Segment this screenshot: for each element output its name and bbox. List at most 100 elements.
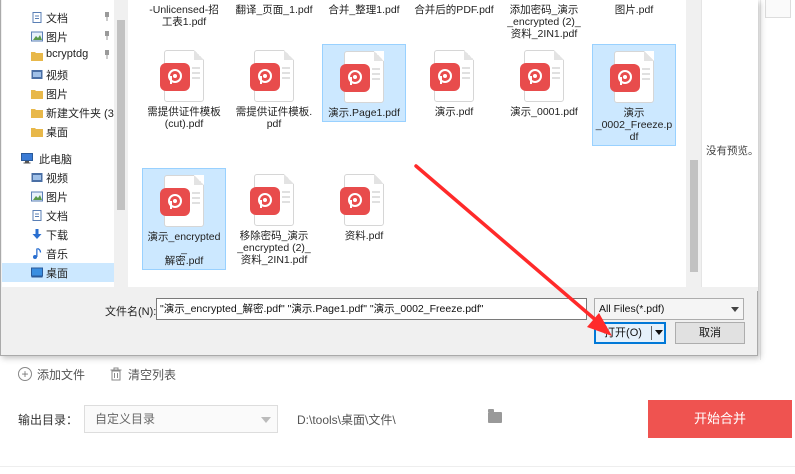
file-tile[interactable]: 演示.pdf [412, 44, 496, 120]
plus-circle-icon: + [18, 367, 32, 381]
nav-item-pc-video[interactable]: 视频 [2, 168, 114, 187]
file-view: -Unlicensed-招 工表1.pdf 翻译_页面_1.pdf 合并_整理1… [128, 0, 686, 287]
filename-label: 文件名(N): [105, 306, 157, 318]
file-tile[interactable]: 移除密码_演示 _encrypted (2)_ 资料_2IN1.pdf [232, 168, 316, 268]
output-dir-label: 输出目录： [18, 413, 79, 427]
split-divider [651, 326, 652, 340]
file-name-partial[interactable]: 合并后的PDF.pdf [412, 4, 496, 16]
file-name-partial[interactable]: 图片.pdf [592, 4, 676, 16]
folder-icon [31, 128, 43, 137]
pdf-file-icon [610, 51, 654, 103]
window-control-button[interactable] [765, 0, 791, 18]
pdf-file-icon [160, 175, 204, 227]
file-name: 移除密码_演示 _encrypted (2)_ 资料_2IN1.pdf [237, 230, 311, 266]
pdf-file-icon [250, 174, 294, 226]
file-tile-selected[interactable]: 演示 _0002_Freeze.p df [592, 44, 676, 146]
bottom-divider [0, 466, 795, 474]
navigation-pane: 文档 图片 bcryptdg 视频 图片 新建文件夹 (3) 桌面 此电脑 视频… [2, 0, 114, 287]
horizontal-scrollbar[interactable] [2, 287, 758, 291]
pictures-icon [31, 31, 43, 42]
folder-icon [31, 109, 43, 118]
output-dir-select[interactable]: 自定义目录 [84, 405, 278, 433]
nav-scrollbar[interactable] [115, 0, 127, 287]
file-tile[interactable]: 需提供证件模板 (cut).pdf [142, 44, 226, 132]
chevron-down-icon[interactable] [655, 330, 663, 335]
nav-item-documents[interactable]: 文档 [2, 8, 114, 27]
nav-item-pictures[interactable]: 图片 [2, 27, 114, 46]
trash-icon [110, 367, 122, 381]
output-dir-option: 自定义目录 [95, 412, 156, 426]
pdf-file-icon [520, 50, 564, 102]
file-name-partial[interactable]: -Unlicensed-招 工表1.pdf [142, 4, 226, 28]
no-preview-text: 没有预览。 [706, 145, 759, 157]
download-icon [32, 229, 42, 239]
file-open-dialog: 文档 图片 bcryptdg 视频 图片 新建文件夹 (3) 桌面 此电脑 视频… [0, 0, 759, 356]
file-name-partial[interactable]: 合并_整理1.pdf [322, 4, 406, 16]
pdf-file-icon [340, 51, 384, 103]
pin-icon [105, 31, 109, 40]
open-button[interactable]: 打开(O) [594, 322, 666, 344]
file-name: 资料.pdf [344, 230, 384, 242]
filename-input[interactable]: "演示_encrypted_解密.pdf" "演示.Page1.pdf" "演示… [156, 298, 587, 320]
nav-item-pc-documents[interactable]: 文档 [2, 206, 114, 225]
chevron-down-icon [731, 307, 739, 312]
nav-item-new-folder-3[interactable]: 新建文件夹 (3) [2, 103, 114, 122]
nav-scrollbar-thumb[interactable] [117, 20, 125, 210]
desktop-icon [31, 267, 43, 278]
pin-icon [105, 12, 109, 21]
nav-item-pc-desktop[interactable]: 桌面 [2, 263, 114, 282]
nav-item-pc-downloads[interactable]: 下载 [2, 225, 114, 244]
file-view-scrollbar[interactable] [687, 0, 701, 287]
pin-icon [105, 50, 109, 59]
nav-item-desktop-folder[interactable]: 桌面 [2, 122, 114, 141]
video-icon [31, 70, 43, 79]
file-name-partial[interactable]: 翻译_页面_1.pdf [232, 4, 316, 16]
file-name: 演示_encrypted_ 解密.pdf [147, 231, 221, 267]
file-name: 需提供证件模板. pdf [235, 106, 313, 130]
nav-item-pc-pictures[interactable]: 图片 [2, 187, 114, 206]
file-name: 演示_0001.pdf [510, 106, 578, 118]
chevron-down-icon [261, 417, 271, 423]
add-file-button[interactable]: + 添加文件 [18, 366, 85, 383]
nav-item-this-pc[interactable]: 此电脑 [2, 149, 114, 168]
filetype-select[interactable]: All Files(*.pdf) [594, 298, 744, 320]
computer-icon [21, 153, 33, 164]
add-file-label: 添加文件 [37, 367, 86, 382]
pdf-file-icon [340, 174, 384, 226]
nav-item-video[interactable]: 视频 [2, 65, 114, 84]
file-list-toolbar: + 添加文件 清空列表 [18, 364, 176, 384]
start-merge-button[interactable]: 开始合并 [648, 400, 792, 438]
file-tile-selected[interactable]: 演示.Page1.pdf [322, 44, 406, 122]
document-icon [32, 210, 42, 221]
file-name: 演示.pdf [434, 106, 474, 118]
document-icon [32, 12, 42, 23]
output-path: D:\tools\桌面\文件\ [297, 413, 396, 427]
filetype-value: All Files(*.pdf) [599, 303, 665, 315]
open-button-label: 打开(O) [604, 327, 642, 339]
pdf-file-icon [160, 50, 204, 102]
file-tile[interactable]: 演示_0001.pdf [502, 44, 586, 120]
clear-list-button[interactable]: 清空列表 [109, 366, 176, 383]
pdf-file-icon [430, 50, 474, 102]
video-icon [31, 173, 43, 182]
clear-list-label: 清空列表 [128, 367, 177, 382]
nav-item-pc-music[interactable]: 音乐 [2, 244, 114, 263]
pictures-icon [31, 191, 43, 202]
file-name: 演示.Page1.pdf [328, 107, 400, 119]
preview-pane: 没有预览。 [701, 0, 759, 287]
music-icon [33, 248, 42, 259]
browse-folder-icon[interactable] [488, 409, 502, 423]
file-name: 需提供证件模板 (cut).pdf [147, 106, 221, 130]
file-tile[interactable]: 需提供证件模板. pdf [232, 44, 316, 132]
file-tile-selected[interactable]: 演示_encrypted_ 解密.pdf [142, 168, 226, 270]
file-view-scrollbar-thumb[interactable] [690, 160, 698, 272]
folder-icon [31, 90, 43, 99]
app-right-panel [760, 0, 795, 360]
nav-item-pictures-folder[interactable]: 图片 [2, 84, 114, 103]
cancel-button[interactable]: 取消 [675, 322, 745, 344]
nav-item-bcryptdg[interactable]: bcryptdg [2, 46, 114, 65]
file-name: 演示 _0002_Freeze.p df [595, 107, 673, 143]
file-name-partial[interactable]: 添加密码_演示 _encrypted (2)_ 资料_2IN1.pdf [502, 4, 586, 40]
file-tile[interactable]: 资料.pdf [322, 168, 406, 244]
pdf-file-icon [250, 50, 294, 102]
